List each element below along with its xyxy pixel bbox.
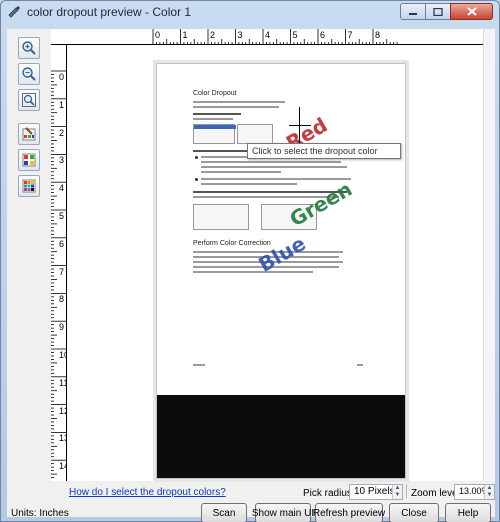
ruler-label: 2	[59, 127, 65, 138]
ruler-label: 0	[155, 30, 161, 40]
crosshair-horizontal	[289, 125, 311, 126]
preview-canvas[interactable]: Color Dropout Perform Color Correction R…	[67, 45, 483, 481]
maximize-button[interactable]	[425, 3, 451, 20]
text-line	[201, 183, 297, 185]
ruler-label: 4	[59, 183, 65, 194]
zoom-in-icon	[22, 41, 36, 55]
help-dropout-link[interactable]: How do I select the dropout colors?	[69, 487, 226, 498]
color-palette-icon	[22, 153, 36, 167]
text-line	[193, 113, 241, 115]
window-title: color dropout preview - Color 1	[27, 5, 192, 19]
ruler-label: 13	[59, 433, 66, 444]
pick-radius-value: 10 Pixels	[354, 486, 395, 497]
document-heading: Color Dropout	[193, 90, 237, 97]
text-line	[201, 161, 341, 163]
ruler-label: 12	[59, 405, 66, 416]
side-toolbar	[7, 29, 51, 481]
zoom-level-stepper[interactable]: 13.00% ▲ ▼	[454, 484, 495, 500]
ruler-label: 7	[59, 266, 65, 277]
color-picker-button[interactable]	[18, 123, 40, 145]
scan-button[interactable]: Scan	[201, 503, 247, 522]
ruler-label: 8	[375, 30, 381, 40]
ruler-label: 6	[320, 30, 326, 40]
ruler-label: 6	[59, 238, 65, 249]
fit-page-button[interactable]	[18, 89, 40, 111]
vertical-ruler: 01234567891011121314	[51, 45, 67, 481]
pick-radius-stepper[interactable]: 10 Pixels ▲ ▼	[349, 484, 403, 500]
vertical-scrollbar[interactable]	[483, 29, 495, 481]
app-icon	[8, 6, 20, 18]
close-button[interactable]: Close	[389, 503, 439, 522]
fit-page-icon	[22, 93, 36, 107]
preview-window: color dropout preview - Color 1 0 1 2 3 …	[0, 0, 500, 522]
stepper-arrows-icon[interactable]: ▲ ▼	[392, 485, 402, 499]
horizontal-ruler: 0 1 2 3 4 5 6 7 8	[51, 29, 483, 45]
ruler-label: 0	[59, 72, 65, 82]
ruler-label: 3	[237, 30, 243, 40]
dialog-thumbnail	[193, 124, 236, 144]
close-window-button[interactable]	[450, 3, 493, 20]
pick-radius-label: Pick radius:	[303, 488, 355, 499]
ruler-label: 1	[182, 30, 188, 40]
close-icon	[466, 7, 477, 16]
ruler-label: 5	[292, 30, 298, 40]
ruler-label: 14	[59, 461, 66, 472]
ruler-label: 5	[59, 211, 65, 221]
ruler-label: 7	[347, 30, 353, 40]
zoom-in-button[interactable]	[18, 37, 40, 59]
ruler-label: 10	[59, 350, 66, 360]
text-line	[201, 178, 351, 180]
color-palette-button[interactable]	[18, 149, 40, 171]
zoom-out-button[interactable]	[18, 63, 40, 85]
minimize-icon	[409, 12, 417, 15]
color-picker-icon	[22, 127, 36, 141]
ruler-label: 2	[210, 30, 216, 40]
dialog-thumbnail	[237, 124, 273, 144]
title-bar[interactable]: color dropout preview - Color 1	[1, 1, 499, 23]
dropout-tooltip: Click to select the dropout color	[247, 143, 401, 159]
ruler-label: 8	[59, 294, 65, 305]
maximize-icon	[433, 7, 443, 16]
color-grid-icon	[22, 179, 36, 193]
ruler-label: 4	[265, 30, 271, 40]
sample-thumbnail	[193, 204, 249, 230]
text-line	[201, 166, 347, 168]
document-content: Color Dropout Perform Color Correction	[157, 64, 405, 395]
color-grid-button[interactable]	[18, 175, 40, 197]
footer-bar: How do I select the dropout colors? Pick…	[7, 481, 495, 522]
scanned-page: Color Dropout Perform Color Correction R…	[156, 63, 406, 479]
section-heading: Perform Color Correction	[193, 240, 271, 247]
refresh-preview-button[interactable]: Refresh preview	[313, 503, 385, 522]
text-line	[193, 271, 313, 273]
ruler-label: 3	[59, 155, 65, 166]
bullet	[195, 156, 198, 159]
text-line	[193, 101, 285, 103]
text-line	[201, 171, 281, 173]
zoom-out-icon	[22, 67, 36, 81]
bullet	[195, 178, 198, 181]
text-line	[193, 106, 279, 108]
thumbnail-titlebar	[194, 125, 236, 129]
minimize-button[interactable]	[400, 3, 426, 20]
separator	[406, 484, 407, 498]
help-button[interactable]: Help	[445, 503, 491, 522]
units-label: Units: Inches	[11, 508, 69, 519]
show-main-ui-button[interactable]: Show main UI	[252, 503, 314, 522]
ruler-label: 11	[59, 377, 66, 388]
page-footer-mark	[193, 364, 205, 366]
text-line	[193, 118, 233, 120]
client-area: 012345678 01234567891011121314 Color Dro…	[7, 29, 495, 522]
ruler-label: 1	[59, 99, 65, 110]
ruler-label: 9	[59, 322, 65, 333]
page-number-mark	[357, 364, 363, 366]
scan-black-region	[157, 395, 405, 478]
stepper-arrows-icon[interactable]: ▲ ▼	[484, 485, 494, 499]
